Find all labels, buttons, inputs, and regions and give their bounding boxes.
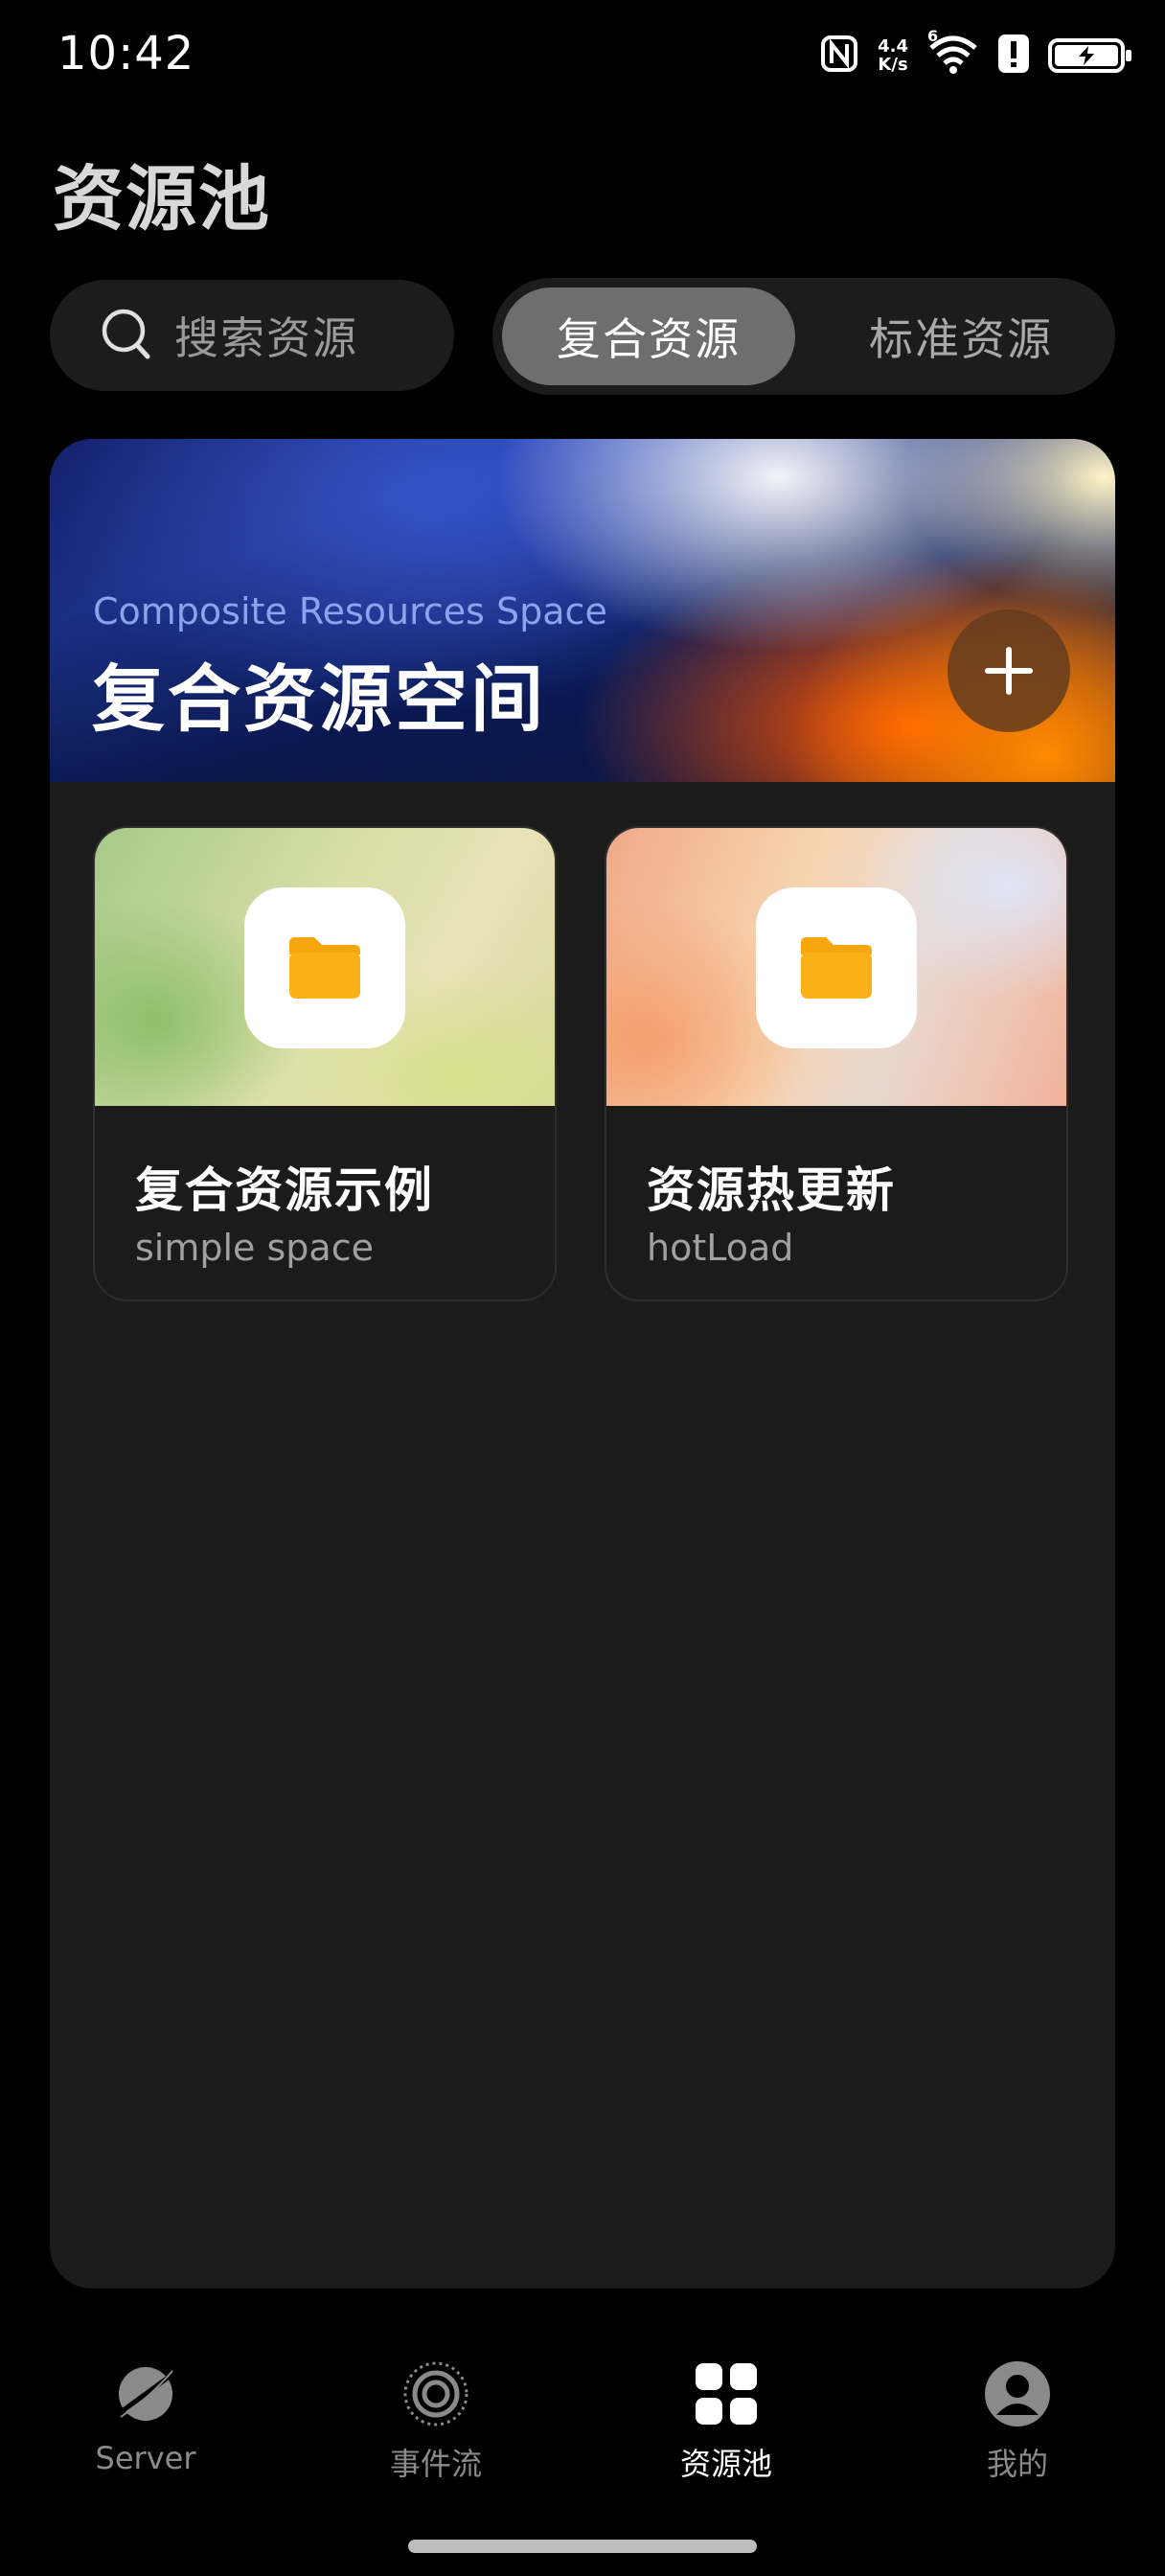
planet-icon [111,2359,180,2428]
resource-card-simple-space[interactable]: 复合资源示例 simple space [93,826,557,1301]
wifi-badge: 6 [927,27,939,45]
status-time: 10:42 [57,27,195,80]
nav-label: Server [95,2440,196,2476]
resource-card-hotload[interactable]: 资源热更新 hotLoad [605,826,1068,1301]
tab-standard-resources[interactable]: 标准资源 [814,288,1108,385]
net-speed-value: 4.4 [878,36,908,57]
net-speed-unit: K/s [878,55,908,75]
folder-icon [801,937,872,999]
nav-label: 资源池 [679,2446,772,2482]
home-indicator[interactable] [408,2540,757,2553]
nav-label: 事件流 [389,2446,482,2482]
search-input[interactable]: 搜索资源 [50,280,454,391]
hero-banner: Composite Resources Space 复合资源空间 [50,439,1115,782]
page-title: 资源池 [53,158,271,241]
nav-item-resource-pool[interactable]: 资源池 [630,2359,822,2484]
search-placeholder: 搜索资源 [174,312,358,364]
composite-space-panel: Composite Resources Space 复合资源空间 复合资源示例 … [50,439,1115,2288]
battery-icon [1048,38,1131,73]
card-title: 资源热更新 [647,1162,896,1218]
radar-icon [401,2359,470,2428]
net-speed: 4.4 K/s [878,37,908,74]
card-subtitle: hotLoad [647,1227,794,1269]
nav-item-me[interactable]: 我的 [922,2359,1113,2484]
folder-tile [244,887,405,1048]
status-icons: 4.4 K/s 6 [820,27,1131,80]
search-icon [100,307,153,364]
alert-icon [998,34,1029,77]
folder-icon [289,937,360,999]
hero-subtitle: Composite Resources Space [93,590,607,632]
nav-label: 我的 [986,2446,1048,2482]
nfc-icon [820,34,858,77]
wifi-icon: 6 [927,27,979,79]
nav-item-event-stream[interactable]: 事件流 [340,2359,532,2484]
card-title: 复合资源示例 [135,1162,434,1218]
person-icon [983,2359,1052,2428]
card-subtitle: simple space [135,1227,374,1269]
tab-composite-resources[interactable]: 复合资源 [502,288,795,385]
hero-title: 复合资源空间 [92,656,546,742]
add-space-button[interactable] [948,610,1070,732]
folder-tile [756,887,917,1048]
nav-item-server[interactable]: Server [50,2359,241,2476]
plus-icon [985,647,1033,695]
resource-type-toggle: 复合资源 标准资源 [492,278,1115,395]
grid-icon [692,2359,761,2428]
